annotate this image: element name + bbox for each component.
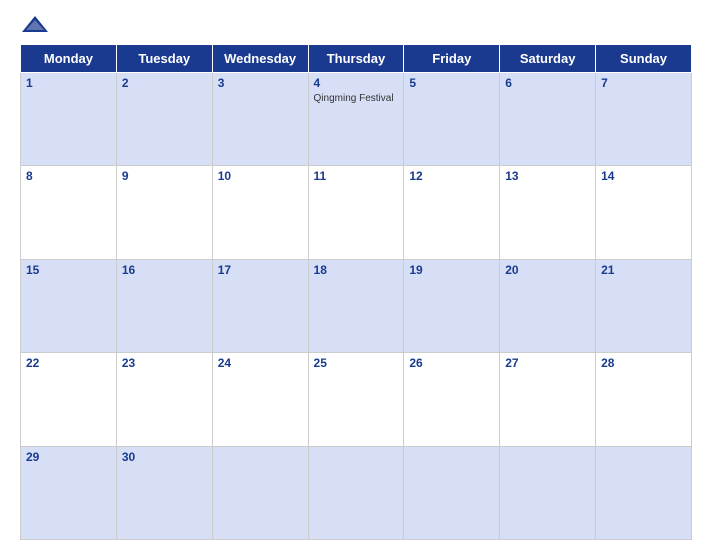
day-number: 2 [122,76,207,90]
calendar-cell: 9 [116,166,212,259]
logo [20,14,54,34]
day-number: 12 [409,169,494,183]
calendar-cell: 11 [308,166,404,259]
day-number: 5 [409,76,494,90]
calendar-cell: 17 [212,259,308,352]
day-number: 3 [218,76,303,90]
calendar-cell: 15 [21,259,117,352]
day-number: 18 [314,263,399,277]
day-number: 25 [314,356,399,370]
day-number: 13 [505,169,590,183]
weekday-monday: Monday [21,45,117,73]
calendar-cell [404,446,500,539]
calendar-cell: 1 [21,73,117,166]
day-number: 29 [26,450,111,464]
calendar-cell: 7 [596,73,692,166]
weekday-friday: Friday [404,45,500,73]
day-number: 7 [601,76,686,90]
weekday-wednesday: Wednesday [212,45,308,73]
calendar-cell [308,446,404,539]
day-number: 21 [601,263,686,277]
calendar-cell: 26 [404,353,500,446]
weekday-row: Monday Tuesday Wednesday Thursday Friday… [21,45,692,73]
calendar-week-row: 1234 Qingming Festival 567 [21,73,692,166]
calendar-cell: 20 [500,259,596,352]
calendar-cell: 29 [21,446,117,539]
calendar-cell: 25 [308,353,404,446]
calendar-cell: 13 [500,166,596,259]
day-number: 28 [601,356,686,370]
calendar-cell: 16 [116,259,212,352]
calendar-cell [212,446,308,539]
calendar-header: Monday Tuesday Wednesday Thursday Friday… [21,45,692,73]
calendar-cell [500,446,596,539]
calendar-cell: 21 [596,259,692,352]
day-number: 11 [314,169,399,183]
calendar-cell: 24 [212,353,308,446]
day-number: 17 [218,263,303,277]
calendar-cell: 4 Qingming Festival [308,73,404,166]
day-number: 23 [122,356,207,370]
weekday-tuesday: Tuesday [116,45,212,73]
calendar-cell: 30 [116,446,212,539]
day-number: 4 [314,76,399,90]
day-number: 24 [218,356,303,370]
calendar-cell: 23 [116,353,212,446]
weekday-saturday: Saturday [500,45,596,73]
calendar-cell [596,446,692,539]
day-number: 6 [505,76,590,90]
calendar-cell: 19 [404,259,500,352]
weekday-sunday: Sunday [596,45,692,73]
calendar-cell: 3 [212,73,308,166]
calendar-cell: 10 [212,166,308,259]
calendar-cell: 8 [21,166,117,259]
calendar-table: Monday Tuesday Wednesday Thursday Friday… [20,44,692,540]
day-number: 20 [505,263,590,277]
calendar-cell: 6 [500,73,596,166]
calendar-week-row: 29 30 [21,446,692,539]
weekday-thursday: Thursday [308,45,404,73]
calendar-week-row: 22 23 24 25 26 27 28 [21,353,692,446]
day-number: 15 [26,263,111,277]
logo-icon [20,14,50,34]
day-number: 16 [122,263,207,277]
calendar-week-row: 15 16 17 18 19 20 21 [21,259,692,352]
calendar-cell: 22 [21,353,117,446]
day-number: 22 [26,356,111,370]
calendar-body: 1234Qingming Festival5678910111213141516… [21,73,692,540]
calendar-cell: 18 [308,259,404,352]
day-number: 9 [122,169,207,183]
day-number: 27 [505,356,590,370]
calendar-cell: 14 [596,166,692,259]
day-number: 10 [218,169,303,183]
day-number: 26 [409,356,494,370]
page-header [20,10,692,38]
day-number: 8 [26,169,111,183]
event-label: Qingming Festival [314,92,399,105]
day-number: 19 [409,263,494,277]
day-number: 14 [601,169,686,183]
calendar-cell: 5 [404,73,500,166]
calendar-cell: 12 [404,166,500,259]
calendar-cell: 2 [116,73,212,166]
day-number: 1 [26,76,111,90]
day-number: 30 [122,450,207,464]
calendar-cell: 27 [500,353,596,446]
calendar-cell: 28 [596,353,692,446]
calendar-week-row: 89 10 11 12 13 14 [21,166,692,259]
